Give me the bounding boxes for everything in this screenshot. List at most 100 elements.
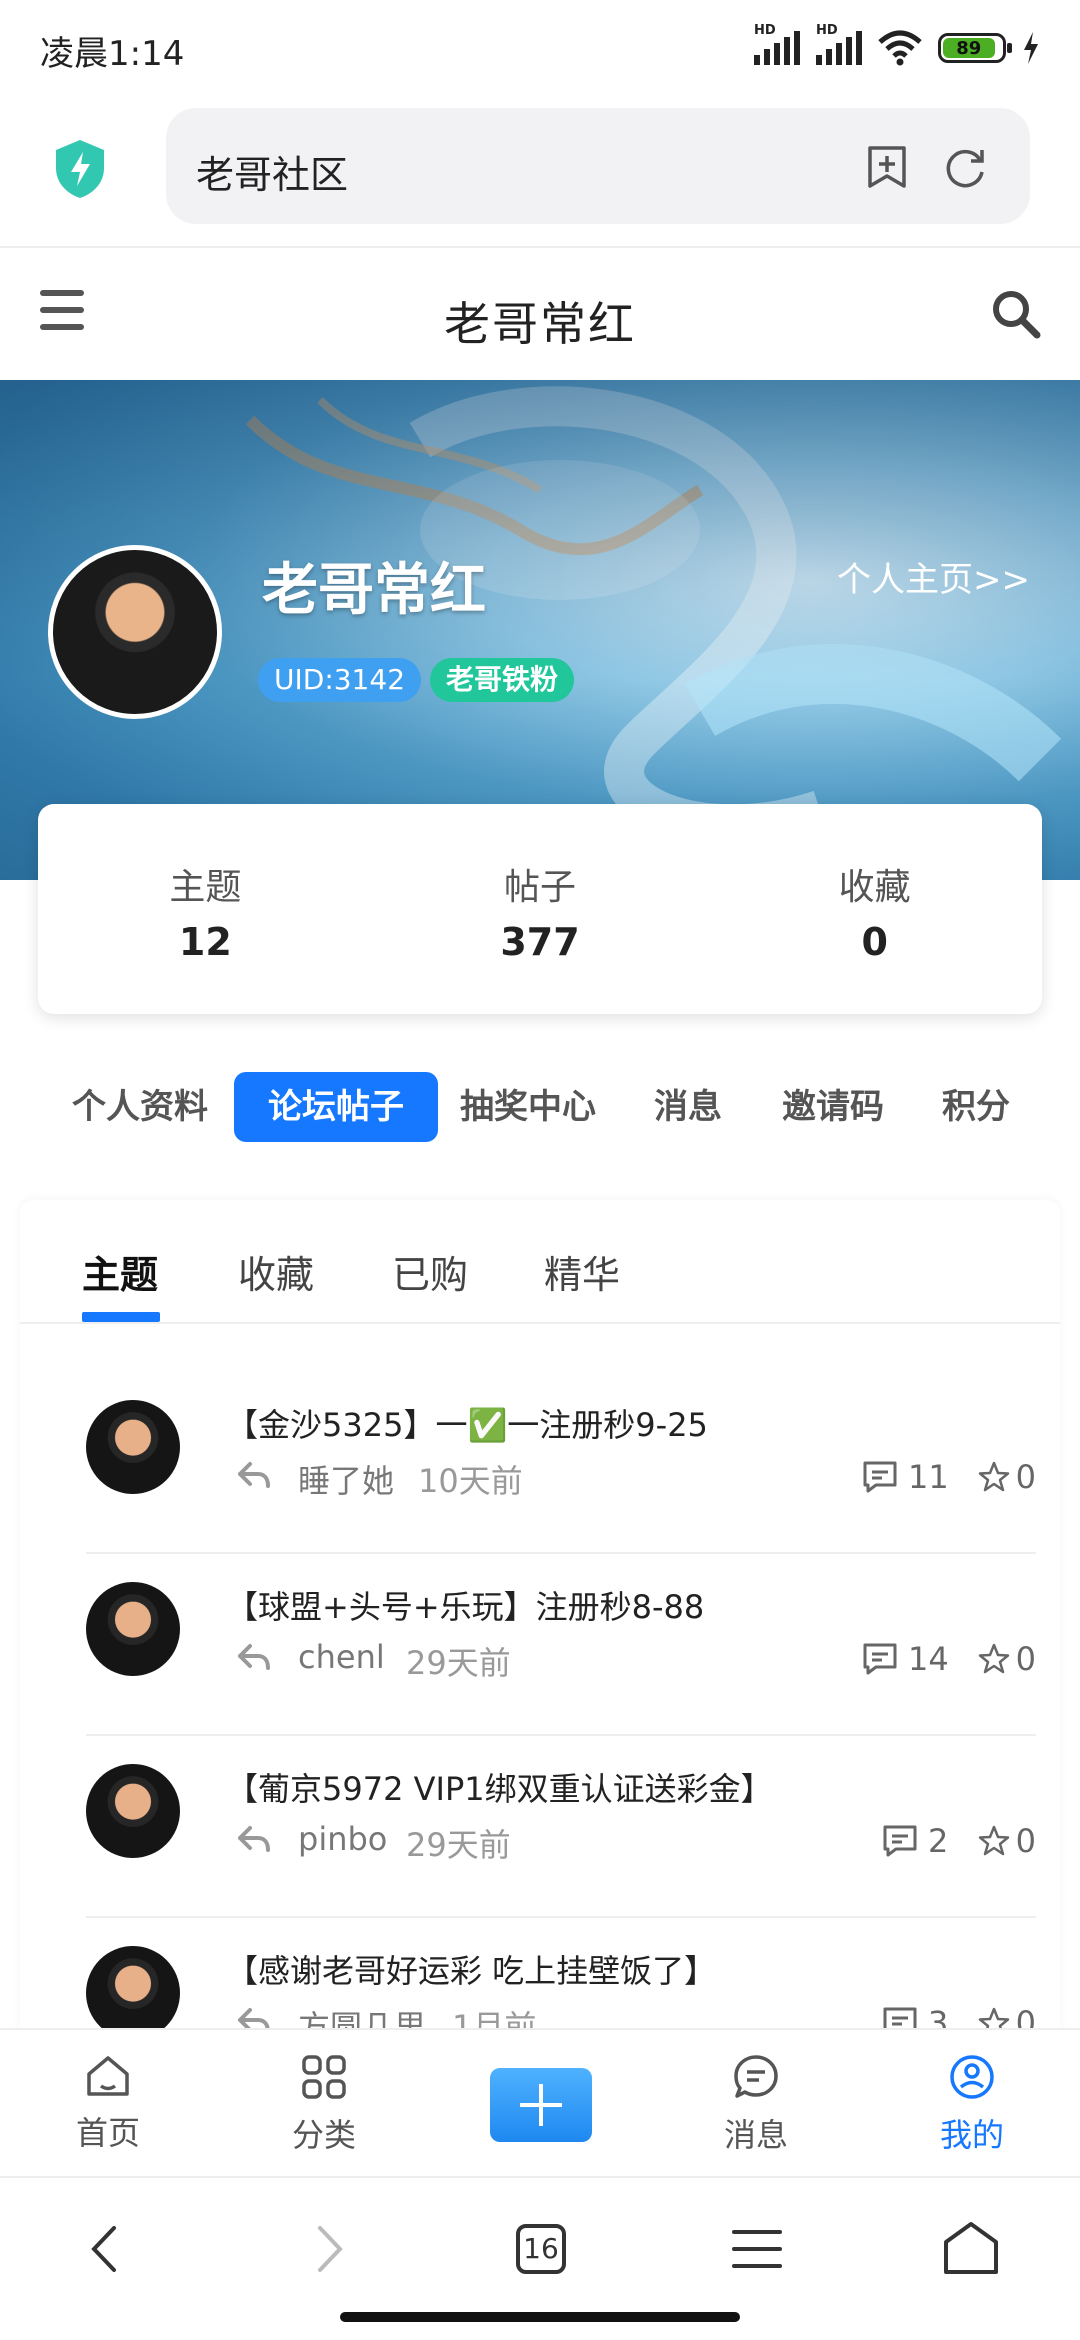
comment-count: 2: [882, 1822, 948, 1860]
personal-home-link[interactable]: 个人主页>>: [837, 552, 1030, 601]
star-count[interactable]: 0: [978, 1458, 1036, 1496]
post-author[interactable]: chenl: [298, 1638, 385, 1676]
charging-icon: [1024, 32, 1038, 64]
post-avatar[interactable]: [86, 1400, 180, 1494]
post-avatar[interactable]: [86, 1582, 180, 1676]
home-icon: [87, 2056, 129, 2096]
gesture-home-indicator[interactable]: [340, 2312, 740, 2322]
forward-icon[interactable]: [292, 2214, 362, 2284]
post-time: 10天前: [418, 1462, 523, 1500]
battery-level: 89: [943, 38, 995, 59]
comment-icon: [863, 1643, 897, 1675]
status-bar: 凌晨1:14 HD HD 89: [0, 0, 1080, 100]
address-text[interactable]: 老哥社区: [196, 144, 348, 199]
signal-icon: HD: [754, 23, 800, 65]
stat-topics[interactable]: 主题 12: [38, 804, 373, 1014]
refresh-icon[interactable]: [942, 144, 988, 190]
site-header: 老哥常红: [0, 250, 1080, 380]
status-time: 凌晨1:14: [40, 34, 185, 74]
reply-icon: [238, 1644, 270, 1670]
back-icon[interactable]: [72, 2214, 142, 2284]
page-title: 老哥常红: [444, 297, 636, 351]
stat-value: 377: [500, 920, 580, 964]
user-icon: [950, 2055, 994, 2099]
address-bar[interactable]: 老哥社区: [166, 108, 1030, 224]
stat-value: 12: [178, 920, 232, 964]
post-item[interactable]: 【葡京5972 VIP1绑双重认证送彩金】 pinbo 29天前 2 0: [86, 1738, 1036, 1918]
stat-label: 帖子: [504, 867, 577, 908]
post-title[interactable]: 【葡京5972 VIP1绑双重认证送彩金】: [226, 1764, 773, 1810]
nav-profile-info[interactable]: 个人资料: [72, 1072, 208, 1142]
stat-value: 0: [861, 920, 888, 964]
battery-icon: 89: [938, 33, 1012, 63]
nav-forum-posts[interactable]: 论坛帖子: [234, 1072, 438, 1142]
user-level-badge: 老哥铁粉: [430, 658, 575, 702]
post-item[interactable]: 【球盟+头号+乐玩】注册秒8-88 chenl 29天前 14 0: [86, 1556, 1036, 1736]
comment-count: 11: [862, 1458, 949, 1496]
tabs-button[interactable]: 16: [506, 2214, 576, 2284]
reply-icon: [238, 1826, 270, 1852]
user-avatar[interactable]: [48, 545, 222, 719]
security-shield-icon[interactable]: [52, 138, 108, 200]
star-icon: [978, 1825, 1009, 1856]
post-avatar[interactable]: [86, 1764, 180, 1858]
post-tabs: 主题 收藏 已购 精华: [20, 1200, 1060, 1324]
browser-menu-icon[interactable]: [722, 2214, 792, 2284]
search-icon[interactable]: [990, 288, 1042, 340]
signal-icon-2: HD: [816, 23, 862, 65]
bottom-tab-mine[interactable]: 我的: [912, 2054, 1032, 2156]
browser-nav-bar: 16: [0, 2176, 1080, 2340]
post-author[interactable]: pinbo: [298, 1820, 387, 1858]
tab-favorites[interactable]: 收藏: [238, 1244, 314, 1299]
bottom-tab-label: 首页: [75, 2114, 140, 2152]
bottom-tab-messages[interactable]: 消息: [696, 2054, 816, 2156]
comment-icon: [863, 1461, 897, 1493]
nav-messages[interactable]: 消息: [654, 1072, 722, 1142]
profile-nav: 个人资料 论坛帖子 抽奖中心 消息 邀请码 积分: [0, 1060, 1080, 1150]
stat-label: 收藏: [838, 867, 911, 908]
chat-icon: [734, 2055, 778, 2098]
bottom-tab-bar: 首页 分类 消息 我的: [0, 2028, 1080, 2176]
star-count[interactable]: 0: [978, 1822, 1036, 1860]
stat-label: 主题: [169, 867, 242, 908]
post-time: 29天前: [406, 1644, 511, 1682]
comment-icon: [883, 1825, 917, 1857]
bottom-tab-label: 我的: [939, 2116, 1004, 2154]
post-time: 29天前: [406, 1826, 511, 1864]
stat-posts[interactable]: 帖子 377: [373, 804, 708, 1014]
star-icon: [978, 1643, 1009, 1674]
grid-icon: [302, 2055, 346, 2099]
comment-count: 14: [862, 1640, 949, 1678]
wifi-icon: [878, 30, 922, 66]
nav-points[interactable]: 积分: [942, 1072, 1010, 1142]
bottom-tab-home[interactable]: 首页: [48, 2054, 168, 2154]
stat-favorites[interactable]: 收藏 0: [707, 804, 1042, 1014]
star-icon: [978, 1461, 1009, 1492]
reply-icon: [238, 1462, 270, 1488]
status-icons: HD HD 89: [754, 23, 1040, 68]
post-avatar[interactable]: [86, 1946, 180, 2040]
bottom-tab-label: 消息: [723, 2116, 788, 2154]
add-bookmark-icon[interactable]: [866, 144, 908, 190]
post-author[interactable]: 睡了她: [298, 1456, 394, 1502]
tab-featured[interactable]: 精华: [544, 1244, 620, 1299]
nav-invite-code[interactable]: 邀请码: [782, 1072, 884, 1142]
post-title[interactable]: 【感谢老哥好运彩 吃上挂壁饭了】: [226, 1946, 716, 1992]
post-title[interactable]: 【金沙5325】一✅一注册秒9-25: [226, 1400, 708, 1446]
bottom-tab-category[interactable]: 分类: [264, 2054, 384, 2156]
create-post-button[interactable]: [490, 2068, 592, 2142]
bottom-tab-label: 分类: [291, 2116, 356, 2154]
browser-home-icon[interactable]: [936, 2214, 1006, 2284]
tab-topics[interactable]: 主题: [82, 1244, 158, 1299]
star-count[interactable]: 0: [978, 1640, 1036, 1678]
user-name: 老哥常红: [262, 558, 486, 623]
tab-count: 16: [523, 2232, 559, 2265]
tab-purchased[interactable]: 已购: [392, 1244, 468, 1299]
stats-card: 主题 12 帖子 377 收藏 0: [38, 804, 1042, 1014]
uid-badge: UID:3142: [258, 658, 422, 702]
posts-panel: 主题 收藏 已购 精华 【金沙5325】一✅一注册秒9-25 睡了她 10天前 …: [20, 1200, 1060, 2060]
post-item[interactable]: 【金沙5325】一✅一注册秒9-25 睡了她 10天前 11 0: [86, 1374, 1036, 1554]
post-title[interactable]: 【球盟+头号+乐玩】注册秒8-88: [226, 1582, 704, 1628]
active-tab-indicator: [82, 1312, 160, 1322]
nav-lottery-center[interactable]: 抽奖中心: [460, 1072, 596, 1142]
